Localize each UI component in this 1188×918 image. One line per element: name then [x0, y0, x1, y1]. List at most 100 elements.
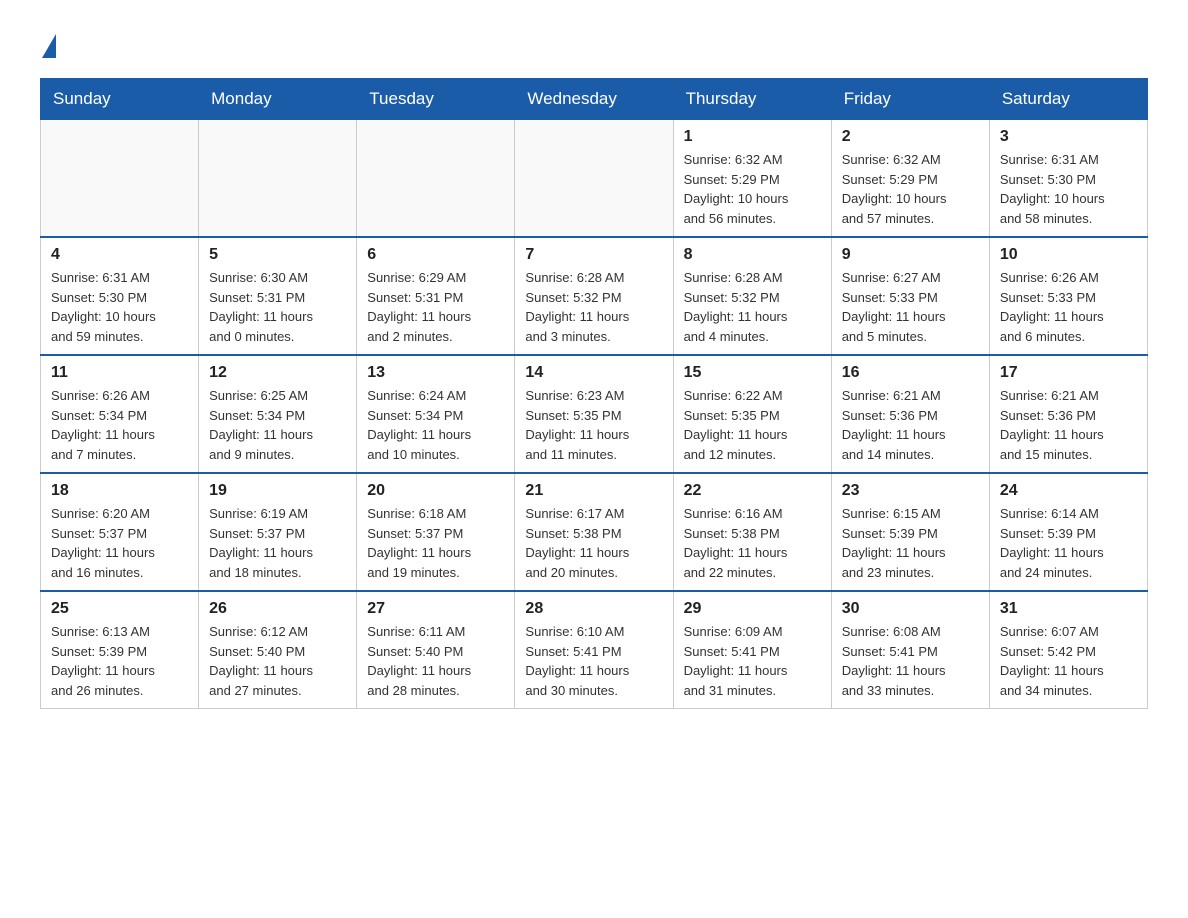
- day-info: Sunrise: 6:31 AM Sunset: 5:30 PM Dayligh…: [51, 268, 188, 346]
- weekday-header-friday: Friday: [831, 79, 989, 120]
- day-number: 16: [842, 364, 979, 382]
- calendar-cell: 24 Sunrise: 6:14 AM Sunset: 5:39 PM Dayli…: [989, 473, 1147, 591]
- day-number: 9: [842, 246, 979, 264]
- day-info: Sunrise: 6:29 AM Sunset: 5:31 PM Dayligh…: [367, 268, 504, 346]
- day-info: Sunrise: 6:23 AM Sunset: 5:35 PM Dayligh…: [525, 386, 662, 464]
- day-info: Sunrise: 6:15 AM Sunset: 5:39 PM Dayligh…: [842, 504, 979, 582]
- day-number: 28: [525, 600, 662, 618]
- calendar-cell: 26 Sunrise: 6:12 AM Sunset: 5:40 PM Dayli…: [199, 591, 357, 709]
- weekday-header-wednesday: Wednesday: [515, 79, 673, 120]
- weekday-header-tuesday: Tuesday: [357, 79, 515, 120]
- day-info: Sunrise: 6:12 AM Sunset: 5:40 PM Dayligh…: [209, 622, 346, 700]
- day-info: Sunrise: 6:11 AM Sunset: 5:40 PM Dayligh…: [367, 622, 504, 700]
- day-number: 22: [684, 482, 821, 500]
- day-info: Sunrise: 6:27 AM Sunset: 5:33 PM Dayligh…: [842, 268, 979, 346]
- day-number: 21: [525, 482, 662, 500]
- calendar-cell: 16 Sunrise: 6:21 AM Sunset: 5:36 PM Dayli…: [831, 355, 989, 473]
- weekday-header-saturday: Saturday: [989, 79, 1147, 120]
- calendar-cell: 22Sunrise: 6:16 AM Sunset: 5:38 PM Dayli…: [673, 473, 831, 591]
- day-info: Sunrise: 6:32 AM Sunset: 5:29 PM Dayligh…: [684, 150, 821, 228]
- calendar-cell: 6 Sunrise: 6:29 AM Sunset: 5:31 PM Daylig…: [357, 237, 515, 355]
- calendar-cell: 9 Sunrise: 6:27 AM Sunset: 5:33 PM Daylig…: [831, 237, 989, 355]
- calendar-cell: 19Sunrise: 6:19 AM Sunset: 5:37 PM Dayli…: [199, 473, 357, 591]
- calendar-cell: 20 Sunrise: 6:18 AM Sunset: 5:37 PM Dayli…: [357, 473, 515, 591]
- day-info: Sunrise: 6:07 AM Sunset: 5:42 PM Dayligh…: [1000, 622, 1137, 700]
- day-info: Sunrise: 6:10 AM Sunset: 5:41 PM Dayligh…: [525, 622, 662, 700]
- calendar-cell: 5Sunrise: 6:30 AM Sunset: 5:31 PM Daylig…: [199, 237, 357, 355]
- day-number: 11: [51, 364, 188, 382]
- day-number: 19: [209, 482, 346, 500]
- calendar-cell: 11 Sunrise: 6:26 AM Sunset: 5:34 PM Dayli…: [41, 355, 199, 473]
- calendar-cell: [357, 120, 515, 238]
- calendar-cell: 7 Sunrise: 6:28 AM Sunset: 5:32 PM Daylig…: [515, 237, 673, 355]
- day-number: 6: [367, 246, 504, 264]
- day-number: 18: [51, 482, 188, 500]
- day-number: 12: [209, 364, 346, 382]
- calendar-cell: 2 Sunrise: 6:32 AM Sunset: 5:29 PM Daylig…: [831, 120, 989, 238]
- day-info: Sunrise: 6:26 AM Sunset: 5:33 PM Dayligh…: [1000, 268, 1137, 346]
- calendar: SundayMondayTuesdayWednesdayThursdayFrid…: [40, 78, 1148, 709]
- calendar-cell: 10 Sunrise: 6:26 AM Sunset: 5:33 PM Dayli…: [989, 237, 1147, 355]
- calendar-cell: 28 Sunrise: 6:10 AM Sunset: 5:41 PM Dayli…: [515, 591, 673, 709]
- day-info: Sunrise: 6:09 AM Sunset: 5:41 PM Dayligh…: [684, 622, 821, 700]
- calendar-cell: 23Sunrise: 6:15 AM Sunset: 5:39 PM Dayli…: [831, 473, 989, 591]
- calendar-cell: 21 Sunrise: 6:17 AM Sunset: 5:38 PM Dayli…: [515, 473, 673, 591]
- logo: [40, 30, 56, 58]
- calendar-cell: 29 Sunrise: 6:09 AM Sunset: 5:41 PM Dayli…: [673, 591, 831, 709]
- day-number: 10: [1000, 246, 1137, 264]
- day-number: 20: [367, 482, 504, 500]
- day-info: Sunrise: 6:21 AM Sunset: 5:36 PM Dayligh…: [842, 386, 979, 464]
- calendar-cell: 17 Sunrise: 6:21 AM Sunset: 5:36 PM Dayli…: [989, 355, 1147, 473]
- day-info: Sunrise: 6:14 AM Sunset: 5:39 PM Dayligh…: [1000, 504, 1137, 582]
- weekday-header-thursday: Thursday: [673, 79, 831, 120]
- calendar-cell: 18Sunrise: 6:20 AM Sunset: 5:37 PM Dayli…: [41, 473, 199, 591]
- weekday-header-monday: Monday: [199, 79, 357, 120]
- day-number: 3: [1000, 128, 1137, 146]
- day-info: Sunrise: 6:28 AM Sunset: 5:32 PM Dayligh…: [684, 268, 821, 346]
- day-number: 4: [51, 246, 188, 264]
- calendar-cell: 12Sunrise: 6:25 AM Sunset: 5:34 PM Dayli…: [199, 355, 357, 473]
- day-info: Sunrise: 6:18 AM Sunset: 5:37 PM Dayligh…: [367, 504, 504, 582]
- calendar-cell: 27Sunrise: 6:11 AM Sunset: 5:40 PM Dayli…: [357, 591, 515, 709]
- day-info: Sunrise: 6:21 AM Sunset: 5:36 PM Dayligh…: [1000, 386, 1137, 464]
- weekday-header-row: SundayMondayTuesdayWednesdayThursdayFrid…: [41, 79, 1148, 120]
- day-number: 25: [51, 600, 188, 618]
- calendar-cell: 4 Sunrise: 6:31 AM Sunset: 5:30 PM Daylig…: [41, 237, 199, 355]
- day-info: Sunrise: 6:13 AM Sunset: 5:39 PM Dayligh…: [51, 622, 188, 700]
- day-number: 30: [842, 600, 979, 618]
- day-number: 31: [1000, 600, 1137, 618]
- week-row-1: 1 Sunrise: 6:32 AM Sunset: 5:29 PM Daylig…: [41, 120, 1148, 238]
- day-info: Sunrise: 6:32 AM Sunset: 5:29 PM Dayligh…: [842, 150, 979, 228]
- calendar-cell: 8Sunrise: 6:28 AM Sunset: 5:32 PM Daylig…: [673, 237, 831, 355]
- weekday-header-sunday: Sunday: [41, 79, 199, 120]
- logo-triangle-icon: [42, 34, 56, 58]
- calendar-cell: [199, 120, 357, 238]
- day-number: 1: [684, 128, 821, 146]
- day-info: Sunrise: 6:30 AM Sunset: 5:31 PM Dayligh…: [209, 268, 346, 346]
- day-info: Sunrise: 6:26 AM Sunset: 5:34 PM Dayligh…: [51, 386, 188, 464]
- day-info: Sunrise: 6:22 AM Sunset: 5:35 PM Dayligh…: [684, 386, 821, 464]
- week-row-3: 11 Sunrise: 6:26 AM Sunset: 5:34 PM Dayli…: [41, 355, 1148, 473]
- day-number: 24: [1000, 482, 1137, 500]
- day-number: 13: [367, 364, 504, 382]
- day-info: Sunrise: 6:28 AM Sunset: 5:32 PM Dayligh…: [525, 268, 662, 346]
- calendar-cell: 1 Sunrise: 6:32 AM Sunset: 5:29 PM Daylig…: [673, 120, 831, 238]
- calendar-cell: 14Sunrise: 6:23 AM Sunset: 5:35 PM Dayli…: [515, 355, 673, 473]
- header: [40, 30, 1148, 58]
- day-info: Sunrise: 6:08 AM Sunset: 5:41 PM Dayligh…: [842, 622, 979, 700]
- day-number: 2: [842, 128, 979, 146]
- day-number: 29: [684, 600, 821, 618]
- day-number: 17: [1000, 364, 1137, 382]
- calendar-cell: 13Sunrise: 6:24 AM Sunset: 5:34 PM Dayli…: [357, 355, 515, 473]
- day-number: 26: [209, 600, 346, 618]
- day-number: 7: [525, 246, 662, 264]
- week-row-4: 18Sunrise: 6:20 AM Sunset: 5:37 PM Dayli…: [41, 473, 1148, 591]
- day-info: Sunrise: 6:17 AM Sunset: 5:38 PM Dayligh…: [525, 504, 662, 582]
- calendar-cell: 15 Sunrise: 6:22 AM Sunset: 5:35 PM Dayli…: [673, 355, 831, 473]
- calendar-cell: [41, 120, 199, 238]
- calendar-cell: 25 Sunrise: 6:13 AM Sunset: 5:39 PM Dayli…: [41, 591, 199, 709]
- calendar-cell: 30 Sunrise: 6:08 AM Sunset: 5:41 PM Dayli…: [831, 591, 989, 709]
- day-number: 15: [684, 364, 821, 382]
- week-row-2: 4 Sunrise: 6:31 AM Sunset: 5:30 PM Daylig…: [41, 237, 1148, 355]
- week-row-5: 25 Sunrise: 6:13 AM Sunset: 5:39 PM Dayli…: [41, 591, 1148, 709]
